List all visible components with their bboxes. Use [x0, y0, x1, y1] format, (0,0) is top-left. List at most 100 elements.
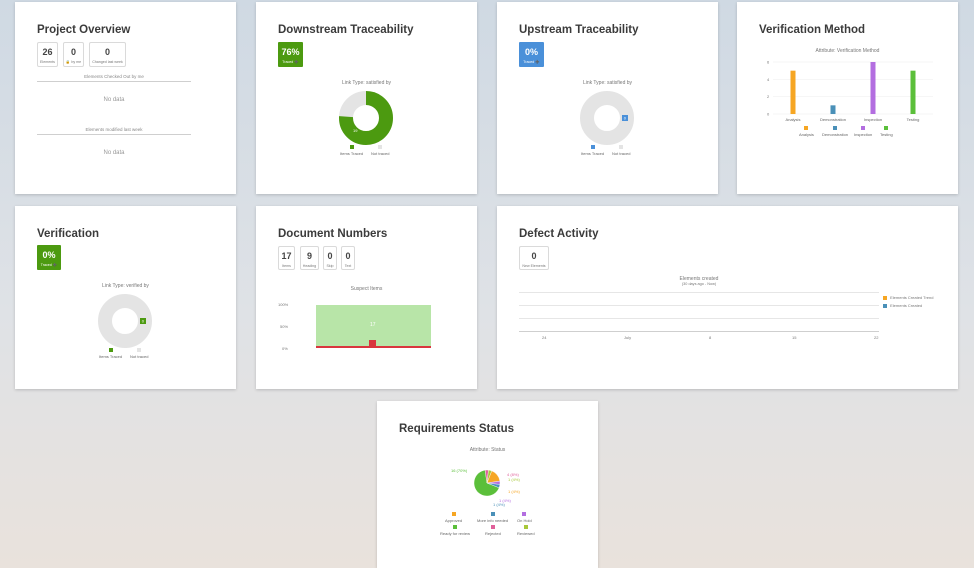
- legend-swatch: [522, 512, 527, 516]
- traced-percent: 76%: [281, 47, 300, 57]
- legend-created-trend[interactable]: Elements Created Trend: [883, 295, 933, 300]
- legend-label: Reviewed: [517, 531, 535, 536]
- stat-changed-last-week[interactable]: 0 Changed last week: [89, 42, 126, 67]
- y-tick-0: 0%: [282, 346, 288, 351]
- card-title: Downstream Traceability: [278, 24, 414, 36]
- x-tick-label: 15: [792, 335, 797, 340]
- legend-label: More info needed: [477, 518, 509, 523]
- stat-value: 26: [42, 47, 53, 57]
- card-title: Verification: [37, 228, 99, 240]
- legend-reviewed[interactable]: Reviewed: [517, 525, 535, 536]
- legend-label: Testing: [880, 132, 893, 137]
- bar-testing[interactable]: [910, 70, 916, 114]
- legend-label: Items Traced: [99, 354, 123, 359]
- grid-line: [519, 318, 879, 319]
- legend-approved[interactable]: Approved: [445, 512, 462, 523]
- x-tick-label: 24: [542, 335, 547, 340]
- stat-skip[interactable]: 0 Skip: [323, 246, 337, 270]
- donut-ring-not-traced[interactable]: [580, 91, 634, 145]
- stat-label: Items: [282, 264, 291, 268]
- y-tick-50: 50%: [280, 324, 289, 329]
- legend-swatch: [490, 525, 495, 529]
- chart-caption: Suspect Items: [350, 286, 383, 292]
- legend-swatch: [590, 145, 595, 149]
- legend-swatch: [804, 126, 809, 130]
- card-title: Document Numbers: [278, 228, 388, 240]
- verification-donut-chart: 0: [98, 294, 152, 348]
- defect-activity-card: Defect Activity 0 New Elements Elements …: [497, 206, 958, 389]
- card-title: Requirements Status: [399, 423, 515, 435]
- legend-analysis[interactable]: Analysis: [799, 126, 814, 137]
- legend-label: Not traced: [612, 151, 631, 156]
- stat-locked-by-me[interactable]: 0 🔒 by me: [63, 42, 84, 67]
- section-checked-out: Elements Checked Out by me: [37, 74, 191, 82]
- y-tick-100: 100%: [278, 302, 289, 307]
- legend-label: Analysis: [799, 132, 814, 137]
- legend-testing[interactable]: Testing: [880, 126, 893, 137]
- pie-label-more-info: 1 (4%): [493, 502, 505, 507]
- downstream-traceability-card: Downstream Traceability 76% Traced ➕ Lin…: [256, 2, 477, 194]
- legend-label: Elements Created: [890, 303, 923, 308]
- downstream-donut-chart: 19: [339, 91, 393, 145]
- traced-badge[interactable]: 76% Traced ➕: [278, 42, 303, 67]
- stat-label: Heading: [302, 264, 317, 268]
- bar-analysis[interactable]: [790, 70, 796, 114]
- pie-label-reviewed: 1 (4%): [508, 477, 520, 482]
- y-tick-label: 2: [767, 94, 770, 99]
- stat-heading[interactable]: 9 Heading: [300, 246, 319, 270]
- verification-method-bar-chart: 0 2 4 6 Analysis Demonstration Inspection Testi…: [767, 60, 933, 122]
- legend-on-hold[interactable]: On Hold: [517, 512, 532, 523]
- donut-value-label: 19: [353, 128, 358, 133]
- stat-elements[interactable]: 26 Elements: [37, 42, 58, 67]
- pie-label-approved: 1 (4%): [508, 489, 520, 494]
- legend-label: Items Traced: [340, 151, 364, 156]
- legend-swatch: [453, 525, 457, 529]
- legend-rejected[interactable]: Rejected: [485, 525, 501, 536]
- stat-value: 0: [345, 251, 351, 261]
- legend-items-traced[interactable]: Items Traced: [99, 348, 122, 359]
- stat-value: 0: [70, 47, 76, 57]
- legend-not-traced[interactable]: Not traced: [130, 348, 148, 359]
- legend-not-traced[interactable]: Not traced: [371, 145, 389, 156]
- link-type-label: Link Type: verified by: [102, 283, 149, 289]
- legend-demonstration[interactable]: Demonstration: [822, 126, 848, 137]
- stat-label: Text: [344, 264, 352, 268]
- traced-badge[interactable]: 0% Traced ➕: [37, 245, 61, 270]
- legend-swatch: [833, 126, 837, 130]
- stat-label: Changed last week: [92, 60, 123, 64]
- legend-swatch: [884, 126, 889, 130]
- traced-badge[interactable]: 0% Traced ➕: [519, 42, 544, 67]
- legend-swatch: [378, 145, 383, 149]
- legend-items-traced[interactable]: Items Traced: [340, 145, 363, 156]
- legend-more-info-needed[interactable]: More info needed: [477, 512, 508, 523]
- legend-ready-for-review[interactable]: Ready for review: [440, 525, 470, 536]
- stat-value: 9: [306, 251, 312, 261]
- x-tick-label: Demonstration: [820, 117, 846, 122]
- stat-new-elements[interactable]: 0 New Elements: [519, 246, 549, 270]
- pie-label-ready-for-review: 16 (70%): [451, 468, 468, 473]
- legend-items-traced[interactable]: Items Traced: [581, 145, 604, 156]
- traced-percent: 0%: [524, 47, 538, 57]
- document-numbers-card: Document Numbers 17 Items 9 Heading 0 Sk…: [256, 206, 477, 389]
- legend-not-traced[interactable]: Not traced: [612, 145, 630, 156]
- bar-inspection[interactable]: [870, 62, 876, 114]
- legend-label: Items Traced: [581, 151, 605, 156]
- stat-items[interactable]: 17 Items: [278, 246, 295, 270]
- stat-value: 0: [104, 47, 110, 57]
- bar-demonstration[interactable]: [830, 105, 836, 114]
- legend-created[interactable]: Elements Created: [883, 303, 922, 308]
- stat-text[interactable]: 0 Text: [341, 246, 355, 270]
- legend-swatch: [490, 512, 495, 516]
- x-tick-label: 22: [874, 335, 879, 340]
- legend-swatch: [861, 126, 866, 130]
- chart-caption: Attribute: Verification Method: [815, 48, 880, 54]
- stat-label: New Elements: [522, 264, 546, 268]
- stat-label: Elements: [40, 60, 55, 64]
- x-tick-label: Inspection: [864, 117, 882, 122]
- legend-inspection[interactable]: Inspection: [854, 126, 872, 137]
- stat-value: 17: [281, 251, 292, 261]
- requirements-status-card: Requirements Status Attribute: Status 16…: [377, 401, 598, 568]
- stat-value: 0: [327, 251, 333, 261]
- donut-ring-not-traced[interactable]: [98, 294, 152, 348]
- y-tick-label: 0: [767, 112, 770, 117]
